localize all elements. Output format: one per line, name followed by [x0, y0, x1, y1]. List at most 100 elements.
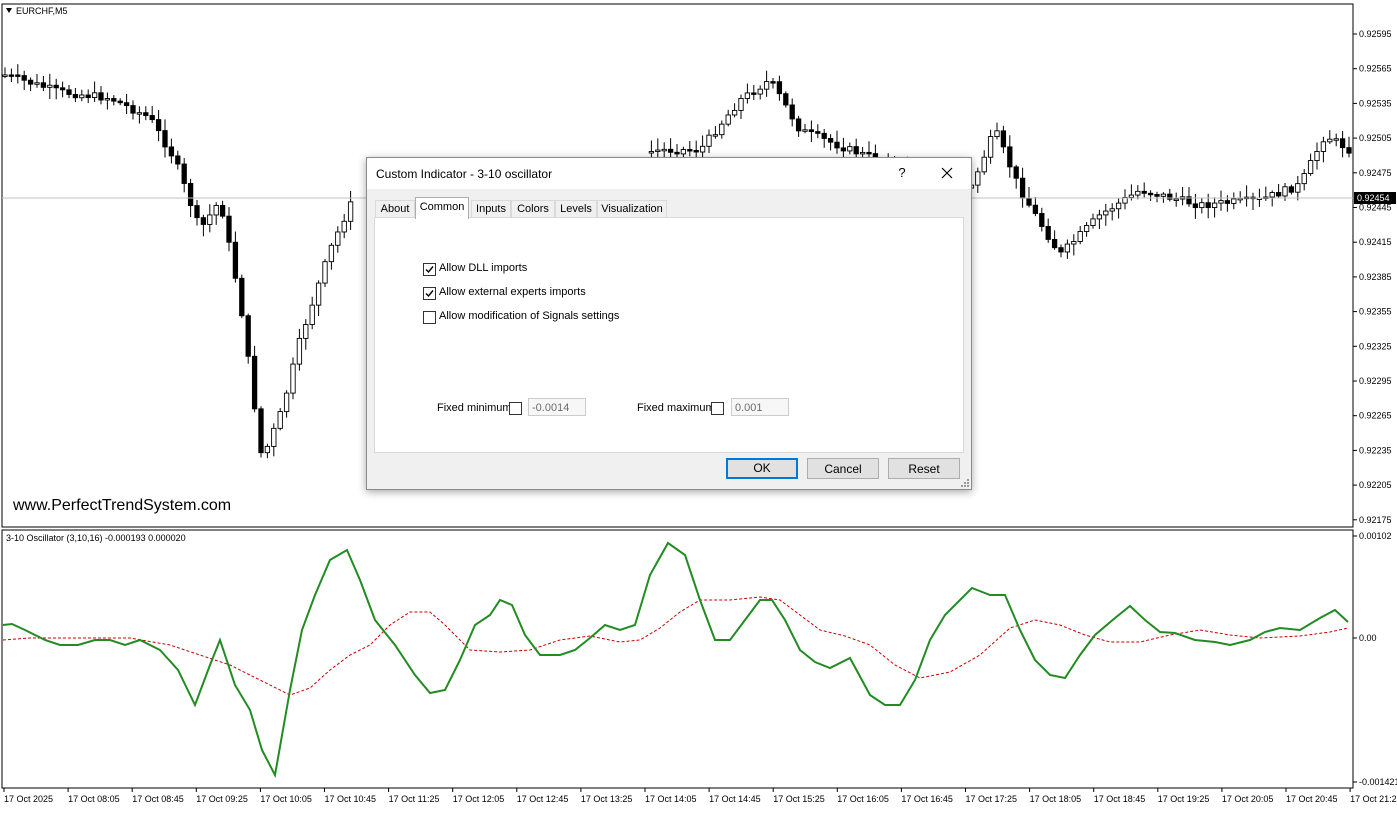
oscillator-pane — [2, 541, 1349, 779]
time-tick-label: 17 Oct 08:45 — [132, 794, 184, 804]
candle-body — [1051, 238, 1058, 249]
candle-body — [1320, 141, 1327, 152]
candle-body — [1301, 173, 1307, 185]
candle-body — [994, 130, 1000, 138]
tab-levels[interactable]: Levels — [555, 200, 597, 218]
checkbox-label: Allow modification of Signals settings — [439, 310, 620, 322]
symbol-label[interactable]: EURCHF,M5 — [6, 6, 68, 16]
candle-body — [207, 214, 213, 225]
candle-body — [187, 183, 194, 207]
tab-visualization[interactable]: Visualization — [597, 200, 667, 218]
fixed-maximum-checkbox[interactable] — [711, 402, 724, 415]
candle-body — [680, 149, 687, 155]
price-tick-label: 0.92595 — [1359, 29, 1392, 39]
candle-body — [655, 149, 661, 153]
candle-body — [699, 145, 706, 153]
candle-body — [213, 205, 219, 216]
dialog-titlebar[interactable]: Custom Indicator - 3-10 oscillator ? — [367, 158, 971, 189]
oscillator-label: 3-10 Oscillator (3,10,16) -0.000193 0.00… — [6, 533, 186, 543]
price-tick-label: 0.92475 — [1359, 168, 1392, 178]
candle-body — [1045, 226, 1051, 240]
watermark: www.PerfectTrendSystem.com — [13, 497, 232, 514]
candle-body — [776, 81, 783, 95]
candle-body — [1058, 247, 1064, 253]
candle-body — [1211, 202, 1218, 209]
candle-body — [341, 220, 347, 233]
oscillator-pane-border — [1, 529, 1354, 789]
time-tick-label: 17 Oct 14:05 — [645, 794, 697, 804]
tab-label: Levels — [560, 203, 592, 215]
resize-grip-icon[interactable] — [961, 479, 969, 487]
tab-label: Colors — [517, 203, 549, 215]
cancel-button[interactable]: Cancel — [807, 458, 879, 479]
candle-body — [1333, 138, 1339, 141]
candle-body — [1090, 218, 1096, 227]
time-tick-label: 17 Oct 10:05 — [260, 794, 312, 804]
ok-button[interactable]: OK — [726, 458, 798, 479]
help-button[interactable]: ? — [889, 162, 915, 184]
price-tick-label: 0.92355 — [1359, 307, 1392, 317]
candle-body — [136, 112, 143, 115]
candle-body — [1013, 166, 1019, 179]
fixed-maximum-input[interactable]: 0.001 — [731, 398, 789, 416]
candle-body — [847, 146, 853, 152]
time-tick-label: 17 Oct 13:25 — [581, 794, 633, 804]
checkbox-box[interactable] — [423, 263, 436, 276]
candle-body — [1147, 192, 1154, 196]
candle-body — [175, 155, 181, 165]
time-tick-label: 17 Oct 11:25 — [389, 794, 440, 804]
candle-body — [744, 92, 751, 99]
candle-body — [834, 141, 840, 149]
tab-label: About — [380, 203, 410, 215]
candle-body — [1218, 200, 1224, 204]
price-tick-label: 0.92505 — [1359, 133, 1392, 143]
close-icon — [941, 167, 953, 179]
candle-body — [34, 82, 40, 85]
fixed-minimum-input[interactable]: -0.0014 — [528, 398, 586, 416]
candle-body — [155, 119, 162, 132]
tab-colors[interactable]: Colors — [511, 200, 555, 218]
candle-body — [706, 134, 712, 147]
candle-body — [59, 87, 66, 91]
candle-body — [27, 79, 34, 85]
time-tick-label: 17 Oct 21:25 — [1350, 794, 1397, 804]
checkbox-box[interactable] — [423, 311, 436, 324]
candle-body — [674, 151, 680, 155]
candle-body — [72, 94, 79, 99]
candle-body — [1231, 198, 1237, 204]
time-tick-label: 17 Oct 10:45 — [325, 794, 377, 804]
candle-body — [789, 104, 795, 120]
candle-body — [245, 315, 251, 357]
candle-body — [335, 231, 341, 246]
candle-body — [1339, 138, 1346, 149]
tab-common[interactable]: Common — [415, 197, 469, 219]
candle-body — [1205, 202, 1211, 209]
candle-body — [149, 115, 155, 121]
candle-body — [162, 130, 168, 148]
candle-body — [981, 156, 987, 173]
candle-body — [802, 129, 808, 132]
candle-body — [815, 131, 821, 134]
candle-body — [795, 118, 802, 132]
candle-body — [770, 81, 776, 84]
checkbox-box[interactable] — [423, 287, 436, 300]
dropdown-arrow-icon[interactable] — [6, 8, 12, 13]
candle-body — [859, 151, 866, 155]
candle-body — [296, 337, 303, 365]
price-tick-label: 0.92325 — [1359, 341, 1392, 351]
candle-body — [866, 151, 872, 155]
price-tick-label: 0.92415 — [1359, 237, 1392, 247]
candle-body — [987, 136, 994, 158]
candle-body — [1077, 231, 1083, 242]
reset-button[interactable]: Reset — [888, 458, 960, 479]
candle-body — [98, 92, 104, 101]
candle-body — [239, 277, 245, 317]
candle-body — [1071, 241, 1077, 245]
close-button[interactable] — [932, 162, 962, 184]
candle-body — [1237, 197, 1243, 201]
time-tick-label: 17 Oct 16:45 — [901, 794, 953, 804]
tab-inputs[interactable]: Inputs — [471, 200, 511, 218]
fixed-minimum-checkbox[interactable] — [509, 402, 522, 415]
candle-body — [1199, 202, 1205, 209]
tab-about[interactable]: About — [375, 200, 415, 218]
